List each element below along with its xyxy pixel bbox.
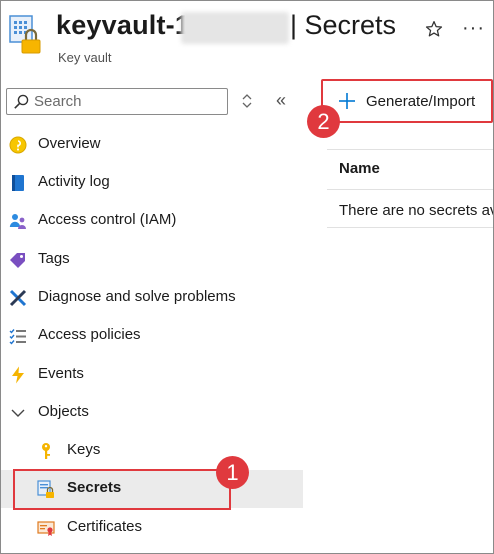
sidebar-item-label: Access policies (38, 326, 141, 343)
sidebar-item-access-control[interactable]: Access control (IAM) (1, 202, 303, 240)
sidebar-item-certificates[interactable]: Certificates (1, 509, 303, 547)
callout-badge-1: 1 (216, 456, 249, 489)
sidebar-item-access-policies[interactable]: Access policies (1, 317, 303, 355)
favorite-star-icon[interactable] (425, 20, 443, 38)
secrets-highlight-box (13, 469, 231, 510)
sidebar-item-label: Overview (38, 135, 101, 152)
generate-import-label: Generate/Import (366, 93, 476, 110)
screenshot-frame: keyvault-1 | Secrets Key vault ··· Searc… (0, 0, 494, 554)
iam-icon (9, 214, 26, 229)
overview-icon (9, 136, 27, 154)
sidebar-item-label: Certificates (67, 518, 143, 535)
page-title: keyvault-1 (56, 10, 191, 40)
lightning-icon (12, 366, 24, 384)
chevron-down-icon (11, 409, 25, 417)
collapse-sidebar-icon[interactable]: « (276, 90, 286, 111)
sidebar-item-label: Keys (67, 441, 101, 458)
sidebar-item-events[interactable]: Events (1, 356, 303, 394)
column-header-name[interactable]: Name (339, 160, 380, 177)
sidebar-item-label: Diagnose and solve problems (38, 288, 236, 305)
policy-list-icon (9, 329, 26, 345)
sidebar-group-objects[interactable]: Objects (1, 394, 303, 432)
sidebar-item-label: Activity log (38, 173, 110, 190)
expand-collapse-icon[interactable] (241, 92, 253, 110)
key-vault-icon (9, 15, 41, 54)
search-placeholder: Search (34, 93, 82, 110)
certificate-icon (37, 521, 55, 536)
sidebar-item-overview[interactable]: Overview (1, 126, 303, 164)
sidebar-item-keys[interactable]: Keys (1, 432, 303, 470)
divider (327, 149, 493, 150)
sidebar-item-label: Tags (38, 250, 70, 267)
empty-state-message: There are no secrets av (339, 202, 494, 219)
sidebar-item-label: Access control (IAM) (38, 211, 177, 228)
wrench-icon (9, 289, 27, 307)
sidebar-item-activity-log[interactable]: Activity log (1, 164, 303, 202)
sidebar-item-label: Objects (38, 403, 89, 420)
divider (327, 227, 493, 228)
resource-type: Key vault (58, 50, 112, 65)
page-title-section: | Secrets (290, 10, 397, 40)
redacted-name (181, 12, 289, 44)
generate-import-button[interactable]: Generate/Import (321, 79, 493, 123)
search-box[interactable]: Search (6, 88, 228, 115)
sidebar-item-diagnose[interactable]: Diagnose and solve problems (1, 279, 303, 317)
key-icon (42, 443, 50, 459)
sidebar-item-tags[interactable]: Tags (1, 241, 303, 279)
divider (327, 189, 493, 190)
search-icon (14, 94, 29, 109)
sidebar-item-label: Events (38, 365, 84, 382)
more-options-icon[interactable]: ··· (462, 17, 485, 40)
activity-log-icon (12, 175, 24, 191)
tag-icon (10, 253, 25, 268)
plus-icon (339, 93, 355, 109)
callout-badge-2: 2 (307, 105, 340, 138)
